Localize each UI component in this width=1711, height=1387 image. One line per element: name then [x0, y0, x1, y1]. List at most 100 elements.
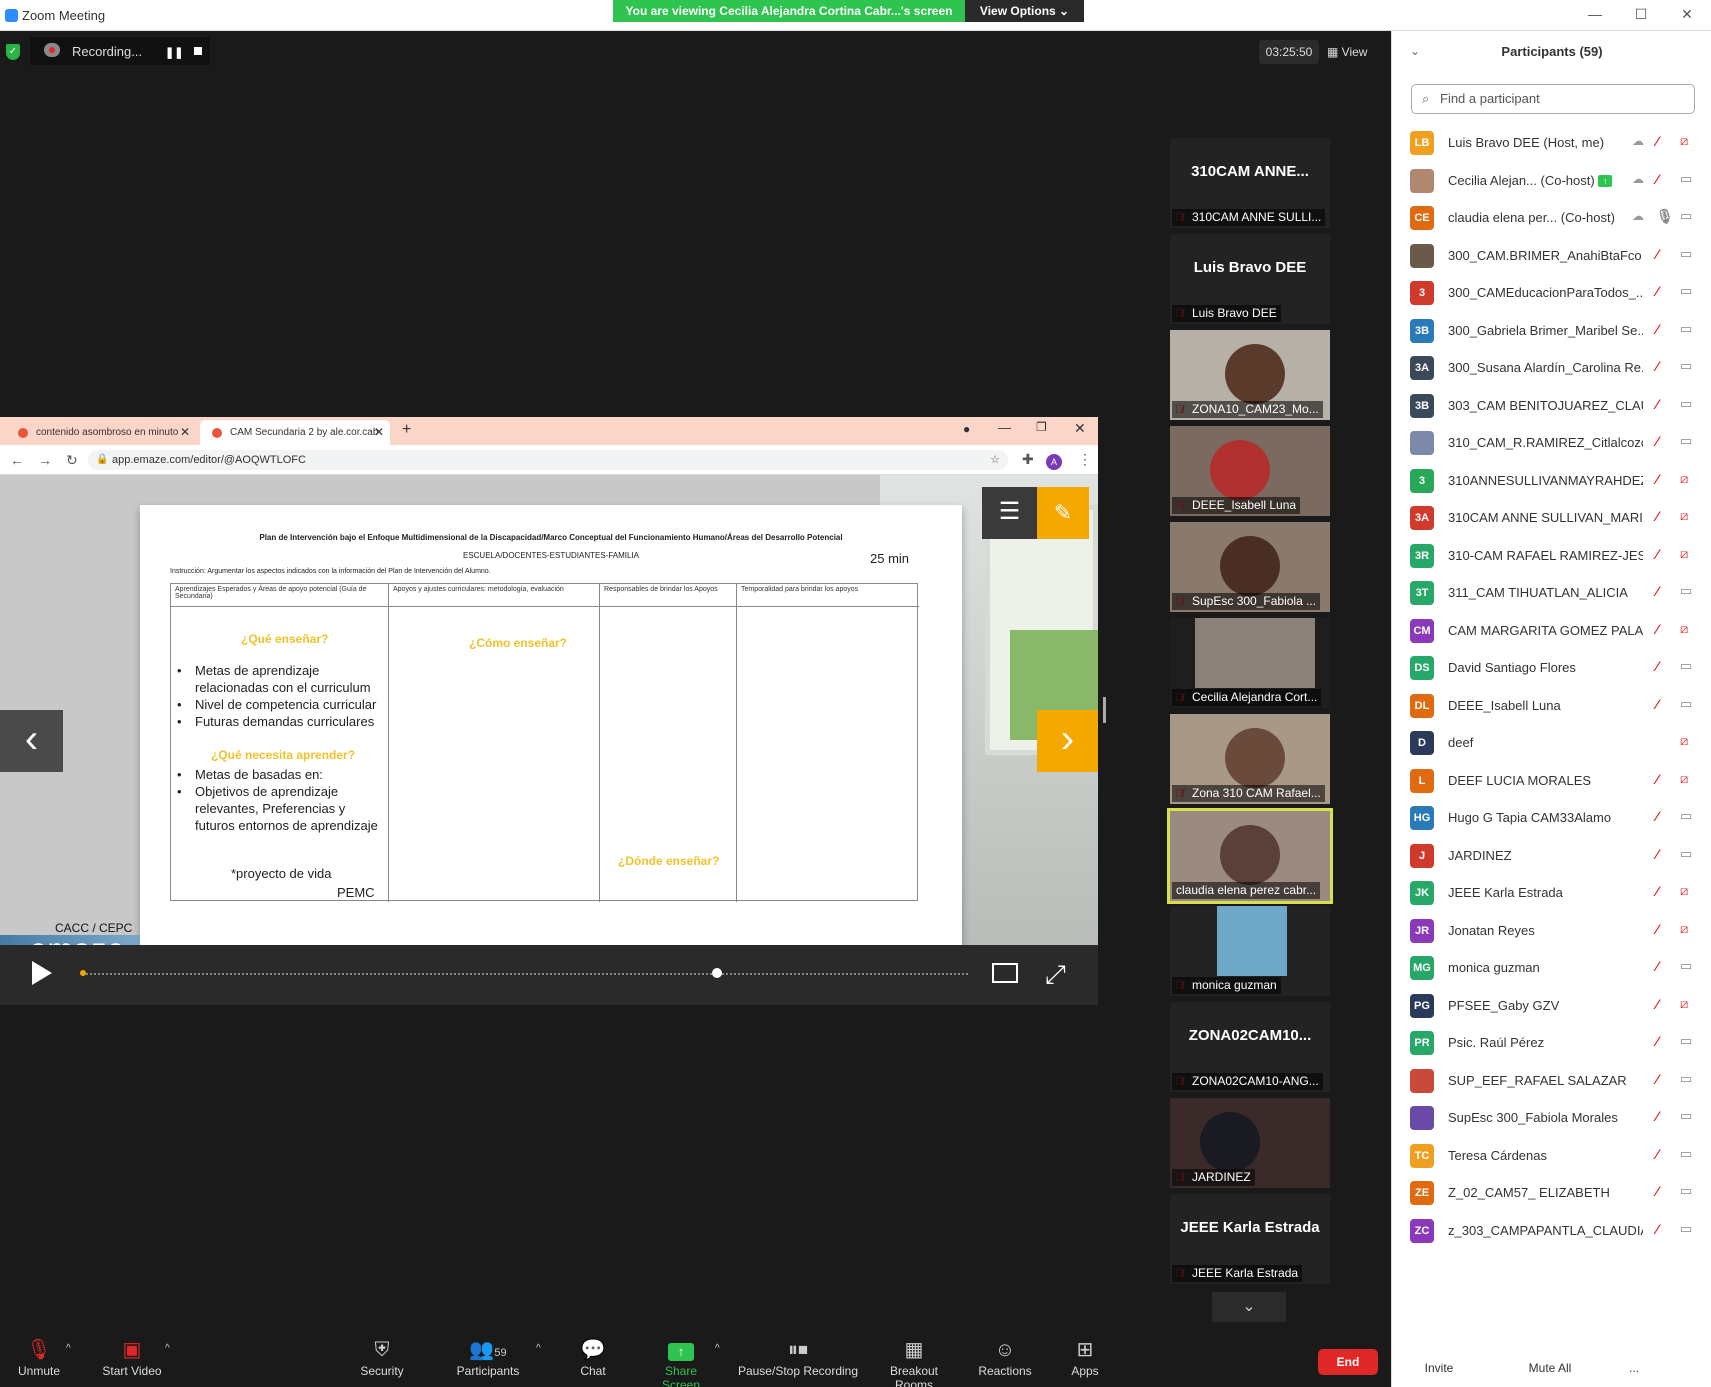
mic-muted-icon[interactable]: ⁄ [1656, 1071, 1658, 1087]
mic-muted-icon[interactable]: ⁄ [1656, 808, 1658, 824]
participant-row[interactable]: Cecilia Alejan... (Co-host) ↑ ☁ ⁄ ▭ [1392, 161, 1711, 202]
mic-muted-icon[interactable]: ⁄ [1656, 696, 1658, 712]
camera-on-icon[interactable]: ▭ [1680, 396, 1692, 412]
participant-video-tile[interactable]: 🎙̸ ZONA10_CAM23_Mo... [1170, 330, 1330, 420]
close-icon[interactable]: ✕ [1677, 6, 1697, 23]
participant-row[interactable]: SUP_EEF_RAFAEL SALAZAR ⁄ ▭ [1392, 1061, 1711, 1102]
camera-on-icon[interactable]: ▭ [1680, 208, 1692, 224]
camera-on-icon[interactable]: ▭ [1680, 808, 1692, 824]
participant-tile[interactable]: Luis Bravo DEE 🎙̸ Luis Bravo DEE [1170, 234, 1330, 324]
mic-muted-icon[interactable]: ⁄ [1656, 1183, 1658, 1199]
back-icon[interactable]: ← [10, 452, 38, 468]
mic-on-icon[interactable]: 🎙 [1656, 208, 1674, 225]
camera-off-icon[interactable]: ⧄ [1680, 883, 1688, 899]
camera-on-icon[interactable]: ▭ [1680, 433, 1692, 449]
stop-recording-icon[interactable] [194, 47, 202, 55]
edit-pencil-icon[interactable]: ✎ [1037, 487, 1089, 539]
participant-row[interactable]: 3A 300_Susana Alardín_Carolina Re... ⁄ ▭ [1392, 348, 1711, 389]
mic-muted-icon[interactable]: ⁄ [1656, 921, 1658, 937]
mic-muted-icon[interactable]: ⁄ [1656, 621, 1658, 637]
participant-tile[interactable]: JEEE Karla Estrada 🎙̸ JEEE Karla Estrada [1170, 1194, 1330, 1284]
mic-muted-icon[interactable]: ⁄ [1656, 546, 1658, 562]
browser-restore-icon[interactable]: ❐ [1036, 420, 1047, 434]
pause-recording-icon[interactable]: ❚❚ [165, 46, 183, 59]
camera-on-icon[interactable]: ▭ [1680, 283, 1692, 299]
mic-muted-icon[interactable]: ⁄ [1656, 321, 1658, 337]
camera-on-icon[interactable]: ▭ [1680, 583, 1692, 599]
nav-buttons[interactable]: ←→↻ [10, 452, 92, 469]
security-shield-icon[interactable]: ✓ [6, 44, 20, 60]
participant-video-tile[interactable]: 🎙̸ Cecilia Alejandra Cort... [1170, 618, 1330, 708]
participant-tile[interactable]: 310CAM ANNE... 🎙̸ 310CAM ANNE SULLI... [1170, 138, 1330, 228]
camera-on-icon[interactable]: ▭ [1680, 696, 1692, 712]
camera-off-icon[interactable]: ⧄ [1680, 771, 1688, 787]
participant-row[interactable]: JR Jonatan Reyes ⁄ ⧄ [1392, 911, 1711, 952]
mic-muted-icon[interactable]: ⁄ [1656, 433, 1658, 449]
participant-row[interactable]: 3T 311_CAM TIHUATLAN_ALICIA ⁄ ▭ [1392, 573, 1711, 614]
camera-on-icon[interactable]: ▭ [1680, 1108, 1692, 1124]
participant-search-input[interactable]: ⌕ Find a participant [1411, 84, 1695, 114]
browser-tab-active[interactable]: CAM Secundaria 2 by ale.cor.cab ✕ [200, 420, 390, 445]
view-options-button[interactable]: View Options ⌄ [965, 0, 1084, 22]
end-button[interactable]: End [1318, 1349, 1378, 1375]
profile-menu-icon[interactable]: ● [963, 422, 970, 436]
mic-muted-icon[interactable]: ⁄ [1656, 1146, 1658, 1162]
camera-on-icon[interactable]: ▭ [1680, 246, 1692, 262]
mic-muted-icon[interactable]: ⁄ [1656, 846, 1658, 862]
participant-row[interactable]: 3B 303_CAM BENITOJUAREZ_CLAU... ⁄ ▭ [1392, 386, 1711, 427]
camera-on-icon[interactable]: ▭ [1680, 958, 1692, 974]
pause-stop-recording-button[interactable]: ⏸⏹ Pause/Stop Recording [737, 1339, 859, 1378]
participant-row[interactable]: TC Teresa Cárdenas ⁄ ▭ [1392, 1136, 1711, 1177]
apps-button[interactable]: ⊞ Apps [1070, 1339, 1100, 1378]
hamburger-menu-icon[interactable]: ☰ [982, 487, 1037, 539]
audio-options-caret-icon[interactable]: ^ [66, 1343, 71, 1354]
participant-row[interactable]: LB Luis Bravo DEE (Host, me) ☁ ⁄ ⧄ [1392, 123, 1711, 164]
reactions-button[interactable]: ☺ Reactions [978, 1339, 1032, 1378]
start-video-button[interactable]: ▣ Start Video [98, 1339, 166, 1378]
participants-caret-icon[interactable]: ^ [536, 1343, 541, 1354]
participant-row[interactable]: CM CAM MARGARITA GOMEZ PALA... ⁄ ⧄ [1392, 611, 1711, 652]
profile-avatar[interactable]: A [1046, 454, 1062, 470]
participant-row[interactable]: SupEsc 300_Fabiola Morales ⁄ ▭ [1392, 1098, 1711, 1139]
browser-minimize-icon[interactable]: — [998, 420, 1011, 435]
security-button[interactable]: ⛨ Security [356, 1339, 408, 1378]
participant-row[interactable]: DS David Santiago Flores ⁄ ▭ [1392, 648, 1711, 689]
camera-off-icon[interactable]: ⧄ [1680, 921, 1688, 937]
camera-on-icon[interactable]: ▭ [1680, 1221, 1692, 1237]
new-tab-icon[interactable]: + [402, 421, 411, 439]
participant-row[interactable]: ZE Z_02_CAM57_ ELIZABETH ⁄ ▭ [1392, 1173, 1711, 1214]
camera-on-icon[interactable]: ▭ [1680, 846, 1692, 862]
participant-row[interactable]: DL DEEE_Isabell Luna ⁄ ▭ [1392, 686, 1711, 727]
mic-muted-icon[interactable]: ⁄ [1656, 1221, 1658, 1237]
camera-off-icon[interactable]: ⧄ [1680, 508, 1688, 524]
participant-row[interactable]: 3B 300_Gabriela Brimer_Maribel Se... ⁄ ▭ [1392, 311, 1711, 352]
mic-muted-icon[interactable]: ⁄ [1656, 1108, 1658, 1124]
timeline-start-dot[interactable] [80, 970, 86, 976]
camera-on-icon[interactable]: ▭ [1680, 358, 1692, 374]
close-tab-icon[interactable]: ✕ [374, 420, 384, 445]
participant-video-tile[interactable]: 🎙̸ JARDINEZ [1170, 1098, 1330, 1188]
mic-muted-icon[interactable]: ⁄ [1656, 771, 1658, 787]
video-options-caret-icon[interactable]: ^ [165, 1343, 170, 1354]
camera-on-icon[interactable]: ▭ [1680, 658, 1692, 674]
participant-row[interactable]: CE claudia elena per... (Co-host) ☁ 🎙 ▭ [1392, 198, 1711, 239]
active-speaker-tile[interactable]: claudia elena perez cabr... [1167, 808, 1333, 904]
mic-muted-icon[interactable]: ⁄ [1656, 471, 1658, 487]
browser-close-icon[interactable]: ✕ [1074, 420, 1086, 437]
mic-muted-icon[interactable]: ⁄ [1656, 958, 1658, 974]
view-button[interactable]: ▦ View [1327, 40, 1387, 64]
participant-video-tile[interactable]: 🎙̸ Zona 310 CAM Rafael... [1170, 714, 1330, 804]
participant-row[interactable]: PG PFSEE_Gaby GZV ⁄ ⧄ [1392, 986, 1711, 1027]
browser-menu-icon[interactable]: ⋮ [1078, 451, 1092, 468]
participant-row[interactable]: ZC z_303_CAMPAPANTLA_CLAUDIA ... ⁄ ▭ [1392, 1211, 1711, 1252]
camera-off-icon[interactable]: ⧄ [1680, 621, 1688, 637]
share-screen-button[interactable]: ↑ Share Screen [645, 1339, 717, 1387]
camera-off-icon[interactable]: ⧄ [1680, 996, 1688, 1012]
camera-off-icon[interactable]: ⧄ [1680, 733, 1688, 749]
participant-row[interactable]: PR Psic. Raúl Pérez ⁄ ▭ [1392, 1023, 1711, 1064]
invite-button[interactable]: Invite [1410, 1357, 1468, 1381]
unmute-button[interactable]: 🎙 Unmute [14, 1339, 64, 1378]
participant-row[interactable]: 3 300_CAMEducacionParaTodos_... ⁄ ▭ [1392, 273, 1711, 314]
forward-icon[interactable]: → [38, 452, 66, 468]
participant-row[interactable]: 300_CAM.BRIMER_AnahiBtaFco ⁄ ▭ [1392, 236, 1711, 277]
